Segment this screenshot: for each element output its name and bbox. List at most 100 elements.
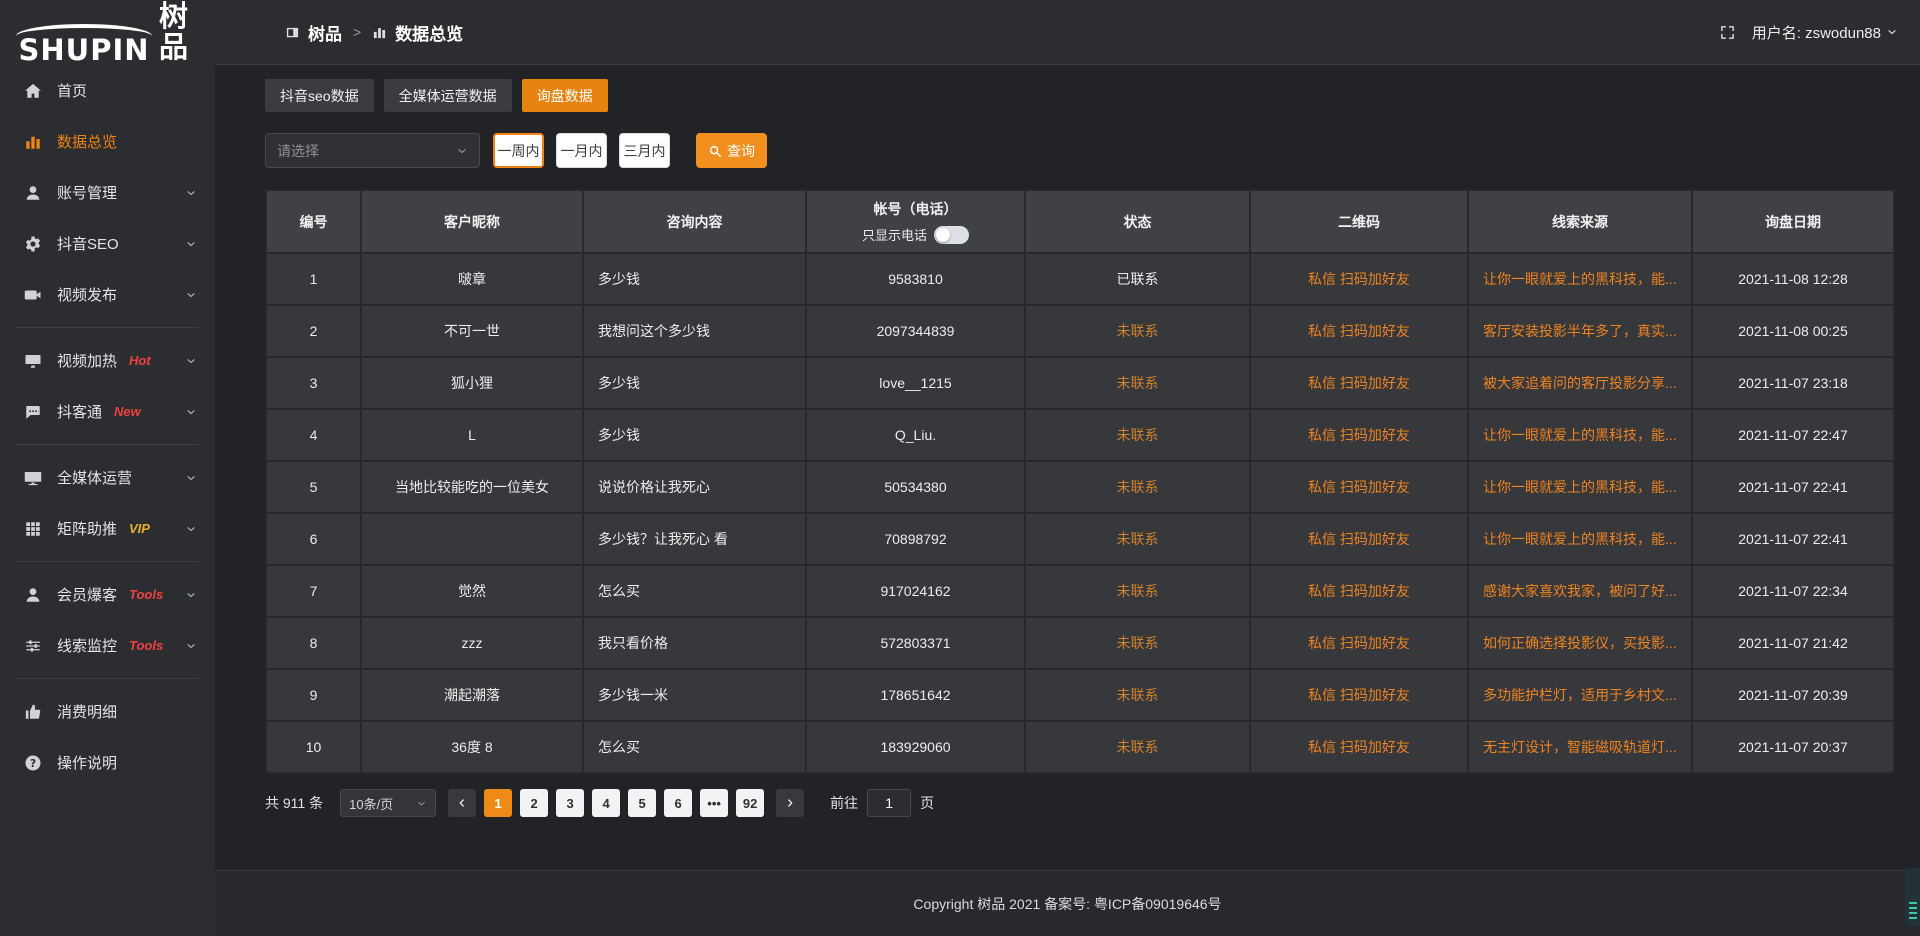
sidebar-item-badge: New [114, 404, 141, 419]
sidebar-item-data-overview[interactable]: 数据总览 [0, 116, 215, 167]
query-button[interactable]: 查询 [696, 133, 767, 168]
period-button-week[interactable]: 一周内 [493, 133, 544, 168]
sidebar-item-badge: Tools [129, 587, 163, 602]
period-button-month[interactable]: 一月内 [556, 133, 607, 168]
page-button-2[interactable]: 2 [520, 789, 548, 817]
cell-source[interactable]: 让你一眼就爱上的黑科技，能... [1469, 462, 1693, 514]
cell-account: 9583810 [807, 254, 1026, 306]
logo[interactable]: SHUPIN 树品 [0, 0, 215, 65]
floating-widget[interactable] [1905, 868, 1920, 926]
cell-qrcode[interactable]: 私信 扫码加好友 [1251, 462, 1469, 514]
phone-only-toggle[interactable] [934, 226, 969, 244]
page-button-3[interactable]: 3 [556, 789, 584, 817]
cell-serial: 4 [267, 410, 362, 462]
filter-select-placeholder: 请选择 [277, 141, 319, 161]
cell-status: 未联系 [1026, 358, 1251, 410]
sidebar-item-omni-media[interactable]: 全媒体运营 [0, 452, 215, 503]
page-button-92[interactable]: 92 [736, 789, 764, 817]
cell-source[interactable]: 客厅安装投影半年多了，真实... [1469, 306, 1693, 358]
sidebar-item-label: 会员爆客 [57, 584, 117, 605]
cell-qrcode[interactable]: 私信 扫码加好友 [1251, 670, 1469, 722]
cell-date: 2021-11-07 22:47 [1693, 410, 1895, 462]
cell-source[interactable]: 如何正确选择投影仪，买投影... [1469, 618, 1693, 670]
cell-nickname: 狐小狸 [362, 358, 584, 410]
cell-status: 未联系 [1026, 566, 1251, 618]
sidebar-item-consumption-details[interactable]: 消费明细 [0, 686, 215, 737]
cell-qrcode[interactable]: 私信 扫码加好友 [1251, 566, 1469, 618]
cell-serial: 5 [267, 462, 362, 514]
bar-chart-icon [24, 133, 42, 151]
period-buttons: 一周内一月内三月内 [493, 133, 670, 168]
cell-qrcode[interactable]: 私信 扫码加好友 [1251, 514, 1469, 566]
chevron-down-icon [185, 238, 197, 250]
sidebar-item-douketong[interactable]: 抖客通 New [0, 386, 215, 437]
page-button-6[interactable]: 6 [664, 789, 692, 817]
cell-qrcode[interactable]: 私信 扫码加好友 [1251, 410, 1469, 462]
fullscreen-icon[interactable] [1719, 24, 1736, 41]
footer: Copyright 树品 2021 备案号: 粤ICP备09019646号 [215, 870, 1920, 936]
period-button-quarter[interactable]: 三月内 [619, 133, 670, 168]
cell-source[interactable]: 被大家追着问的客厅投影分享... [1469, 358, 1693, 410]
cell-account: 178651642 [807, 670, 1026, 722]
pagination: 共 911 条 10条/页 123456•••92 前往 页 [265, 789, 1895, 817]
cell-source[interactable]: 让你一眼就爱上的黑科技，能... [1469, 254, 1693, 306]
page-button-4[interactable]: 4 [592, 789, 620, 817]
sidebar-item-matrix-boost[interactable]: 矩阵助推VIP [0, 503, 215, 554]
cell-account: 70898792 [807, 514, 1026, 566]
sidebar-item-label: 抖客通 [57, 401, 102, 422]
tab-douyin-seo-data[interactable]: 抖音seo数据 [265, 79, 374, 112]
breadcrumb-item-root[interactable]: 树品 [308, 20, 342, 45]
logo-left: SHUPIN [16, 24, 152, 63]
cell-source[interactable]: 感谢大家喜欢我家，被问了好... [1469, 566, 1693, 618]
grid-icon [24, 520, 42, 538]
page-button-5[interactable]: 5 [628, 789, 656, 817]
cell-nickname: zzz [362, 618, 584, 670]
topbar-right: 用户名: zswodun88 [1719, 22, 1898, 43]
column-header-account: 帐号（电话） 只显示电话 [807, 191, 1026, 254]
content: 抖音seo数据全媒体运营数据询盘数据 请选择 一周内一月内三月内 查询 编号 客… [215, 65, 1920, 870]
cell-qrcode[interactable]: 私信 扫码加好友 [1251, 306, 1469, 358]
goto-page-input[interactable] [867, 789, 911, 817]
cell-status: 未联系 [1026, 462, 1251, 514]
breadcrumb: 树品 > 数据总览 [285, 20, 463, 45]
page-ellipsis-button[interactable]: ••• [700, 789, 728, 817]
sidebar-item-home[interactable]: 首页 [0, 65, 215, 116]
cell-qrcode[interactable]: 私信 扫码加好友 [1251, 358, 1469, 410]
sidebar-item-clue-monitor[interactable]: 线索监控Tools [0, 620, 215, 671]
sidebar-item-member-baoke[interactable]: 会员爆客 Tools [0, 569, 215, 620]
chevron-down-icon [1886, 26, 1898, 38]
cell-content: 多少钱 [584, 254, 807, 306]
sidebar-item-video-heating[interactable]: 视频加热Hot [0, 335, 215, 386]
cell-content: 我想问这个多少钱 [584, 306, 807, 358]
sidebar-item-label: 视频发布 [57, 284, 117, 305]
page-button-1[interactable]: 1 [484, 789, 512, 817]
cell-date: 2021-11-07 23:18 [1693, 358, 1895, 410]
cell-source[interactable]: 让你一眼就爱上的黑科技，能... [1469, 410, 1693, 462]
search-icon [708, 144, 722, 158]
breadcrumb-separator: > [353, 24, 361, 40]
page-size-select[interactable]: 10条/页 [340, 789, 436, 817]
column-header-qrcode: 二维码 [1251, 191, 1469, 254]
tab-inquiry-data[interactable]: 询盘数据 [522, 79, 608, 112]
cell-account: love__1215 [807, 358, 1026, 410]
cell-qrcode[interactable]: 私信 扫码加好友 [1251, 618, 1469, 670]
next-page-button[interactable] [776, 789, 804, 817]
tab-omni-media-data[interactable]: 全媒体运营数据 [384, 79, 512, 112]
prev-page-button[interactable] [448, 789, 476, 817]
user-menu[interactable]: 用户名: zswodun88 [1752, 22, 1898, 43]
inquiry-table: 编号 客户昵称 咨询内容 帐号（电话） 只显示电话 状态 二维码 线索来源 询盘… [265, 189, 1895, 774]
cell-source[interactable]: 让你一眼就爱上的黑科技，能... [1469, 514, 1693, 566]
cell-source[interactable]: 无主灯设计，智能磁吸轨道灯... [1469, 722, 1693, 774]
cell-source[interactable]: 多功能护栏灯，适用于乡村文... [1469, 670, 1693, 722]
sidebar-item-account-management[interactable]: 账号管理 [0, 167, 215, 218]
sidebar-item-label: 消费明细 [57, 701, 117, 722]
cell-qrcode[interactable]: 私信 扫码加好友 [1251, 722, 1469, 774]
cell-qrcode[interactable]: 私信 扫码加好友 [1251, 254, 1469, 306]
page-size-value: 10条/页 [349, 794, 393, 813]
sidebar-item-operation-guide[interactable]: ?操作说明 [0, 737, 215, 788]
sidebar-item-badge: Hot [129, 353, 151, 368]
cell-account: 183929060 [807, 722, 1026, 774]
filter-select[interactable]: 请选择 [265, 133, 480, 168]
sidebar-item-douyin-seo[interactable]: 抖音SEO [0, 218, 215, 269]
sidebar-item-video-publish[interactable]: 视频发布 [0, 269, 215, 320]
